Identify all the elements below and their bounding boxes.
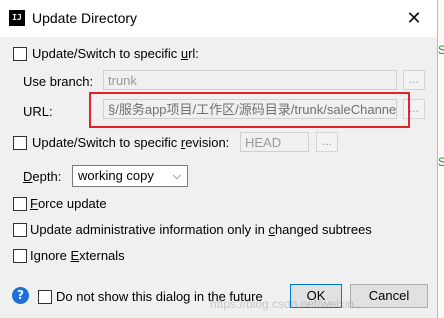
update-admin-info-checkbox[interactable]: [13, 223, 27, 237]
label-part: orce update: [37, 196, 107, 211]
label-part: Ignore: [30, 248, 71, 263]
use-branch-label: Use branch:: [23, 74, 94, 89]
specific-revision-checkbox[interactable]: [13, 136, 27, 150]
url-label: URL:: [23, 104, 53, 119]
highlight-annotation-box: [89, 92, 410, 128]
mnemonic-u: u: [180, 46, 189, 61]
specific-url-checkbox[interactable]: [13, 47, 27, 61]
use-branch-field[interactable]: trunk: [103, 70, 397, 90]
intellij-app-icon: IJ: [9, 10, 25, 26]
depth-selected-value: working copy: [78, 168, 154, 183]
specific-revision-label[interactable]: Update/Switch to specific revision:: [32, 135, 229, 150]
update-directory-dialog: IJ Update Directory ✕ Update/Switch to s…: [0, 0, 438, 318]
update-admin-info-label[interactable]: Update administrative information only i…: [30, 222, 372, 237]
label-part: Update administrative information only i…: [30, 222, 269, 237]
do-not-show-checkbox[interactable]: [38, 290, 52, 304]
close-button[interactable]: ✕: [404, 8, 424, 28]
ignore-externals-label[interactable]: Ignore Externals: [30, 248, 125, 263]
force-update-label[interactable]: Force update: [30, 196, 107, 211]
revision-field[interactable]: HEAD: [240, 132, 309, 152]
watermark: https://blog.csdn.net/weixin...: [210, 297, 365, 311]
label-part: hanged subtrees: [274, 222, 372, 237]
mnemonic-e: E: [70, 248, 80, 263]
background-glyph: S: [438, 155, 444, 169]
label-part: evision:: [185, 135, 230, 150]
depth-label: Depth:: [23, 169, 61, 184]
label-part: Update/Switch to specific: [32, 135, 181, 150]
mnemonic-d: D: [23, 169, 33, 184]
title-bar[interactable]: IJ Update Directory ✕: [0, 0, 437, 37]
label-part: epth:: [32, 169, 62, 184]
mnemonic-f: F: [30, 196, 38, 211]
help-icon[interactable]: ?: [12, 287, 29, 304]
ignore-externals-checkbox[interactable]: [13, 249, 27, 263]
label-part: rl:: [188, 46, 199, 61]
background-glyph: S: [438, 43, 444, 57]
chevron-down-icon: ⌵: [172, 170, 181, 182]
revision-browse-button[interactable]: ...: [316, 132, 338, 152]
depth-select[interactable]: working copy ⌵: [72, 165, 188, 187]
label-part: xternals: [79, 248, 125, 263]
label-part: Update/Switch to specific: [32, 46, 181, 61]
force-update-checkbox[interactable]: [13, 197, 27, 211]
dialog-title: Update Directory: [32, 10, 138, 26]
use-branch-browse-button[interactable]: ...: [403, 70, 425, 90]
specific-url-label[interactable]: Update/Switch to specific url:: [32, 46, 199, 61]
